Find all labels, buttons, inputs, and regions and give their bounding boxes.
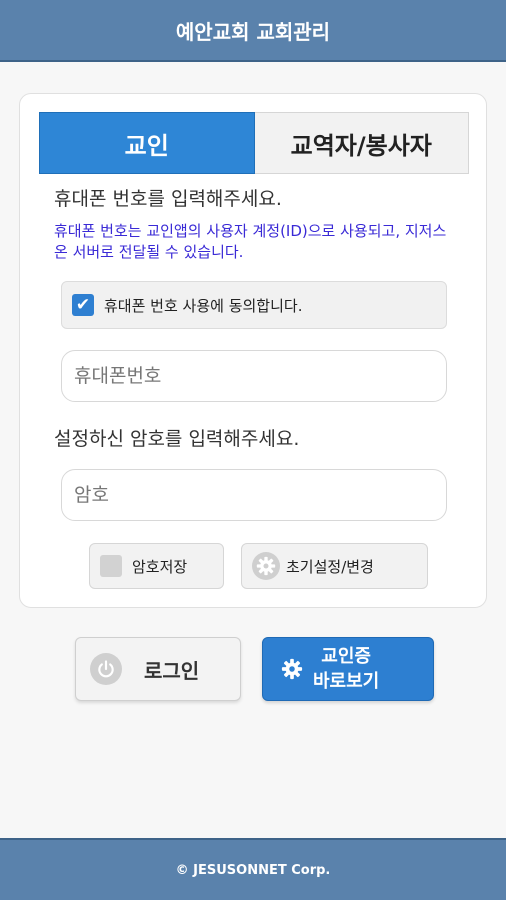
tab-staff[interactable]: 교역자/봉사자 xyxy=(254,112,469,174)
check-icon: ✔ xyxy=(75,295,91,315)
gear-icon xyxy=(281,658,303,680)
reset-password-label: 초기설정/변경 xyxy=(286,557,374,576)
consent-box[interactable]: ✔ 휴대폰 번호 사용에 동의합니다. xyxy=(61,281,447,329)
reset-password-button[interactable]: 초기설정/변경 xyxy=(241,543,428,589)
login-card: 교인 교역자/봉사자 휴대폰 번호를 입력해주세요. 휴대폰 번호는 교인앱의 … xyxy=(19,93,487,608)
login-button[interactable]: 로그인 xyxy=(75,637,241,701)
tab-member[interactable]: 교인 xyxy=(39,112,255,174)
password-input[interactable] xyxy=(61,469,447,521)
password-prompt: 설정하신 암호를 입력해주세요. xyxy=(54,428,300,450)
save-password-checkbox[interactable] xyxy=(100,555,122,577)
app-title: 예안교회 교회관리 xyxy=(175,19,331,44)
member-card-label: 교인증 바로보기 xyxy=(313,644,379,694)
member-card-label-line2: 바로보기 xyxy=(313,671,380,692)
member-card-label-line1: 교인증 xyxy=(321,646,371,667)
login-label: 로그인 xyxy=(144,658,200,683)
consent-label: 휴대폰 번호 사용에 동의합니다. xyxy=(104,296,303,315)
app-header: 예안교회 교회관리 xyxy=(0,0,506,62)
save-password-toggle[interactable]: 암호저장 xyxy=(89,543,224,589)
consent-checkbox[interactable]: ✔ xyxy=(72,294,94,316)
gear-icon xyxy=(252,552,280,580)
phone-notice: 휴대폰 번호는 교인앱의 사용자 계정(ID)으로 사용되고, 지저스온 서버로… xyxy=(54,222,447,261)
phone-input[interactable] xyxy=(61,350,447,402)
phone-prompt: 휴대폰 번호를 입력해주세요. xyxy=(54,188,282,210)
power-icon xyxy=(90,653,122,685)
member-card-button[interactable]: 교인증 바로보기 xyxy=(262,637,434,701)
user-type-tabs: 교인 교역자/봉사자 xyxy=(39,112,469,174)
save-password-label: 암호저장 xyxy=(132,557,188,576)
copyright-text: © JESUSONNET Corp. xyxy=(175,862,331,878)
app-footer: © JESUSONNET Corp. xyxy=(0,838,506,900)
